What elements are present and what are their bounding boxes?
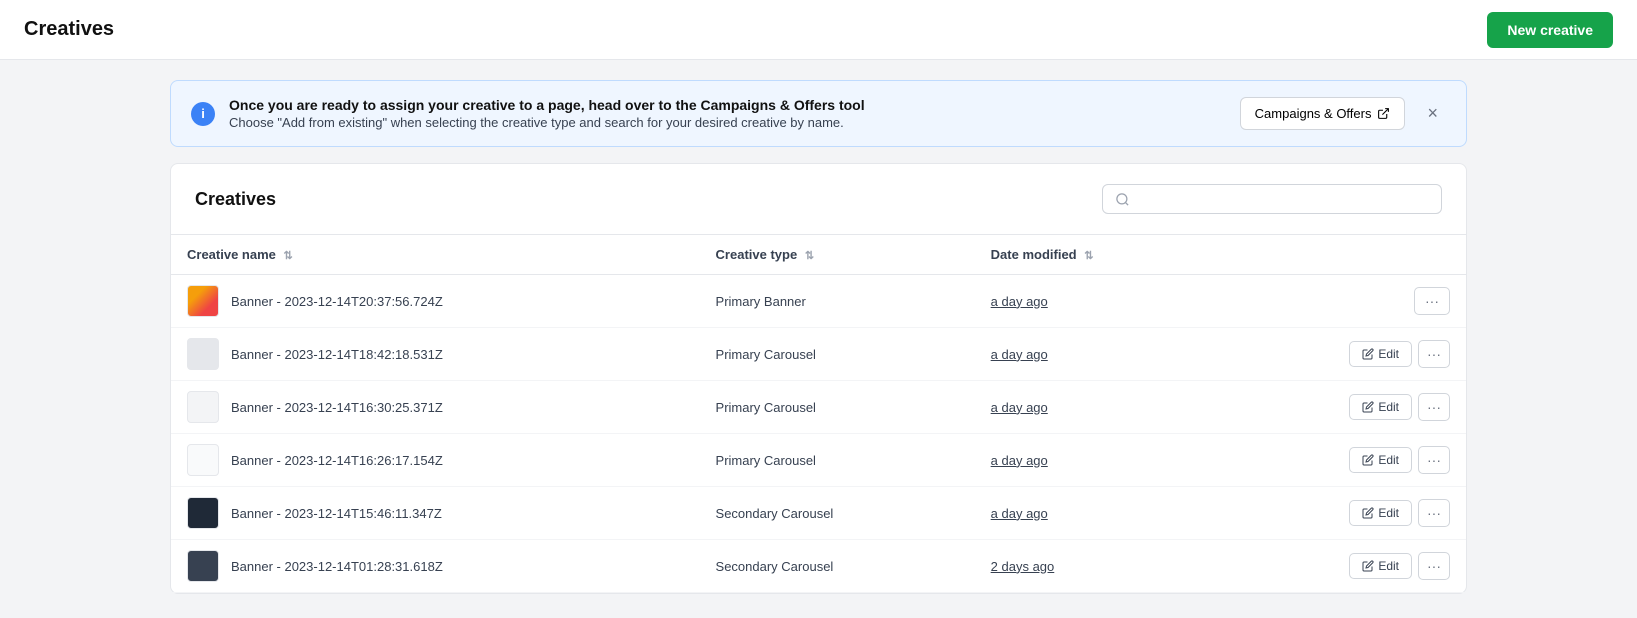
- edit-icon: [1362, 560, 1374, 572]
- external-link-icon: [1377, 107, 1390, 120]
- edit-button[interactable]: Edit: [1349, 394, 1412, 420]
- creative-type: Primary Carousel: [716, 400, 816, 415]
- card-title: Creatives: [195, 189, 276, 210]
- info-banner: i Once you are ready to assign your crea…: [170, 80, 1467, 147]
- date-modified[interactable]: a day ago: [991, 400, 1048, 415]
- date-modified[interactable]: a day ago: [991, 453, 1048, 468]
- edit-button[interactable]: Edit: [1349, 500, 1412, 526]
- more-options-button[interactable]: ···: [1414, 287, 1450, 315]
- creative-type: Secondary Carousel: [716, 559, 834, 574]
- creative-thumbnail: [187, 497, 219, 529]
- creative-name: Banner - 2023-12-14T01:28:31.618Z: [231, 559, 443, 574]
- creative-thumbnail: [187, 391, 219, 423]
- page-title: Creatives: [24, 18, 114, 41]
- actions-cell: Edit ···: [1222, 487, 1466, 540]
- creative-type: Primary Carousel: [716, 347, 816, 362]
- actions-cell: Edit ···: [1222, 434, 1466, 487]
- date-modified[interactable]: a day ago: [991, 506, 1048, 521]
- creative-name-cell: Banner - 2023-12-14T16:30:25.371Z: [171, 381, 700, 434]
- search-box: [1102, 184, 1442, 214]
- date-modified-cell: 2 days ago: [975, 540, 1223, 593]
- more-options-button[interactable]: ···: [1418, 499, 1450, 527]
- info-banner-text: Once you are ready to assign your creati…: [229, 97, 1226, 130]
- table-row: Banner - 2023-12-14T18:42:18.531Z Primar…: [171, 328, 1466, 381]
- creative-name: Banner - 2023-12-14T16:26:17.154Z: [231, 453, 443, 468]
- creative-name-cell: Banner - 2023-12-14T15:46:11.347Z: [171, 487, 700, 540]
- table-row: Banner - 2023-12-14T20:37:56.724Z Primar…: [171, 275, 1466, 328]
- col-actions: [1222, 235, 1466, 275]
- more-options-button[interactable]: ···: [1418, 446, 1450, 474]
- edit-icon: [1362, 401, 1374, 413]
- actions-cell: Edit ···: [1222, 540, 1466, 593]
- creative-name: Banner - 2023-12-14T15:46:11.347Z: [231, 506, 442, 521]
- table-row: Banner - 2023-12-14T16:30:25.371Z Primar…: [171, 381, 1466, 434]
- table-row: Banner - 2023-12-14T15:46:11.347Z Second…: [171, 487, 1466, 540]
- date-modified-cell: a day ago: [975, 487, 1223, 540]
- creative-name-cell: Banner - 2023-12-14T16:26:17.154Z: [171, 434, 700, 487]
- col-date-modified: Date modified ⇅: [975, 235, 1223, 275]
- col-creative-name: Creative name ⇅: [171, 235, 700, 275]
- edit-button[interactable]: Edit: [1349, 447, 1412, 473]
- creative-type-cell: Primary Carousel: [700, 434, 975, 487]
- topbar: Creatives New creative: [0, 0, 1637, 60]
- date-modified-cell: a day ago: [975, 381, 1223, 434]
- sort-icon-date[interactable]: ⇅: [1084, 250, 1093, 262]
- creative-thumbnail: [187, 550, 219, 582]
- date-modified-cell: a day ago: [975, 434, 1223, 487]
- sort-icon-name[interactable]: ⇅: [284, 250, 293, 262]
- actions-cell: Edit ···: [1222, 381, 1466, 434]
- creative-type-cell: Primary Carousel: [700, 381, 975, 434]
- sort-icon-type[interactable]: ⇅: [805, 250, 814, 262]
- creative-type: Primary Banner: [716, 294, 806, 309]
- creative-name-cell: Banner - 2023-12-14T01:28:31.618Z: [171, 540, 700, 593]
- date-modified-cell: a day ago: [975, 275, 1223, 328]
- date-modified[interactable]: 2 days ago: [991, 559, 1055, 574]
- edit-icon: [1362, 507, 1374, 519]
- creative-name: Banner - 2023-12-14T18:42:18.531Z: [231, 347, 443, 362]
- close-banner-button[interactable]: ×: [1419, 99, 1446, 128]
- creative-name-cell: Banner - 2023-12-14T18:42:18.531Z: [171, 328, 700, 381]
- edit-icon: [1362, 454, 1374, 466]
- table-body: Banner - 2023-12-14T20:37:56.724Z Primar…: [171, 275, 1466, 593]
- creative-thumbnail: [187, 338, 219, 370]
- date-modified-cell: a day ago: [975, 328, 1223, 381]
- creative-type-cell: Primary Carousel: [700, 328, 975, 381]
- more-options-button[interactable]: ···: [1418, 393, 1450, 421]
- creative-name: Banner - 2023-12-14T16:30:25.371Z: [231, 400, 443, 415]
- col-creative-type: Creative type ⇅: [700, 235, 975, 275]
- info-icon: i: [191, 102, 215, 126]
- search-icon: [1115, 192, 1130, 207]
- creative-type-cell: Primary Banner: [700, 275, 975, 328]
- date-modified[interactable]: a day ago: [991, 294, 1048, 309]
- search-input[interactable]: [1138, 191, 1429, 207]
- campaigns-offers-button[interactable]: Campaigns & Offers: [1240, 97, 1406, 130]
- table-row: Banner - 2023-12-14T01:28:31.618Z Second…: [171, 540, 1466, 593]
- new-creative-button[interactable]: New creative: [1487, 12, 1613, 48]
- edit-button[interactable]: Edit: [1349, 341, 1412, 367]
- actions-cell: ···: [1222, 275, 1466, 328]
- creatives-table: Creative name ⇅ Creative type ⇅ Date mod…: [171, 235, 1466, 593]
- actions-cell: Edit ···: [1222, 328, 1466, 381]
- creative-type: Primary Carousel: [716, 453, 816, 468]
- table-row: Banner - 2023-12-14T16:26:17.154Z Primar…: [171, 434, 1466, 487]
- more-options-button[interactable]: ···: [1418, 340, 1450, 368]
- creative-thumbnail: [187, 285, 219, 317]
- edit-button[interactable]: Edit: [1349, 553, 1412, 579]
- edit-icon: [1362, 348, 1374, 360]
- creative-type-cell: Secondary Carousel: [700, 487, 975, 540]
- creative-name: Banner - 2023-12-14T20:37:56.724Z: [231, 294, 443, 309]
- creative-thumbnail: [187, 444, 219, 476]
- more-options-button[interactable]: ···: [1418, 552, 1450, 580]
- creatives-card: Creatives Creative name ⇅ Creative type …: [170, 163, 1467, 594]
- creative-type: Secondary Carousel: [716, 506, 834, 521]
- creative-type-cell: Secondary Carousel: [700, 540, 975, 593]
- date-modified[interactable]: a day ago: [991, 347, 1048, 362]
- creative-name-cell: Banner - 2023-12-14T20:37:56.724Z: [171, 275, 700, 328]
- table-header: Creative name ⇅ Creative type ⇅ Date mod…: [171, 235, 1466, 275]
- card-header: Creatives: [171, 164, 1466, 235]
